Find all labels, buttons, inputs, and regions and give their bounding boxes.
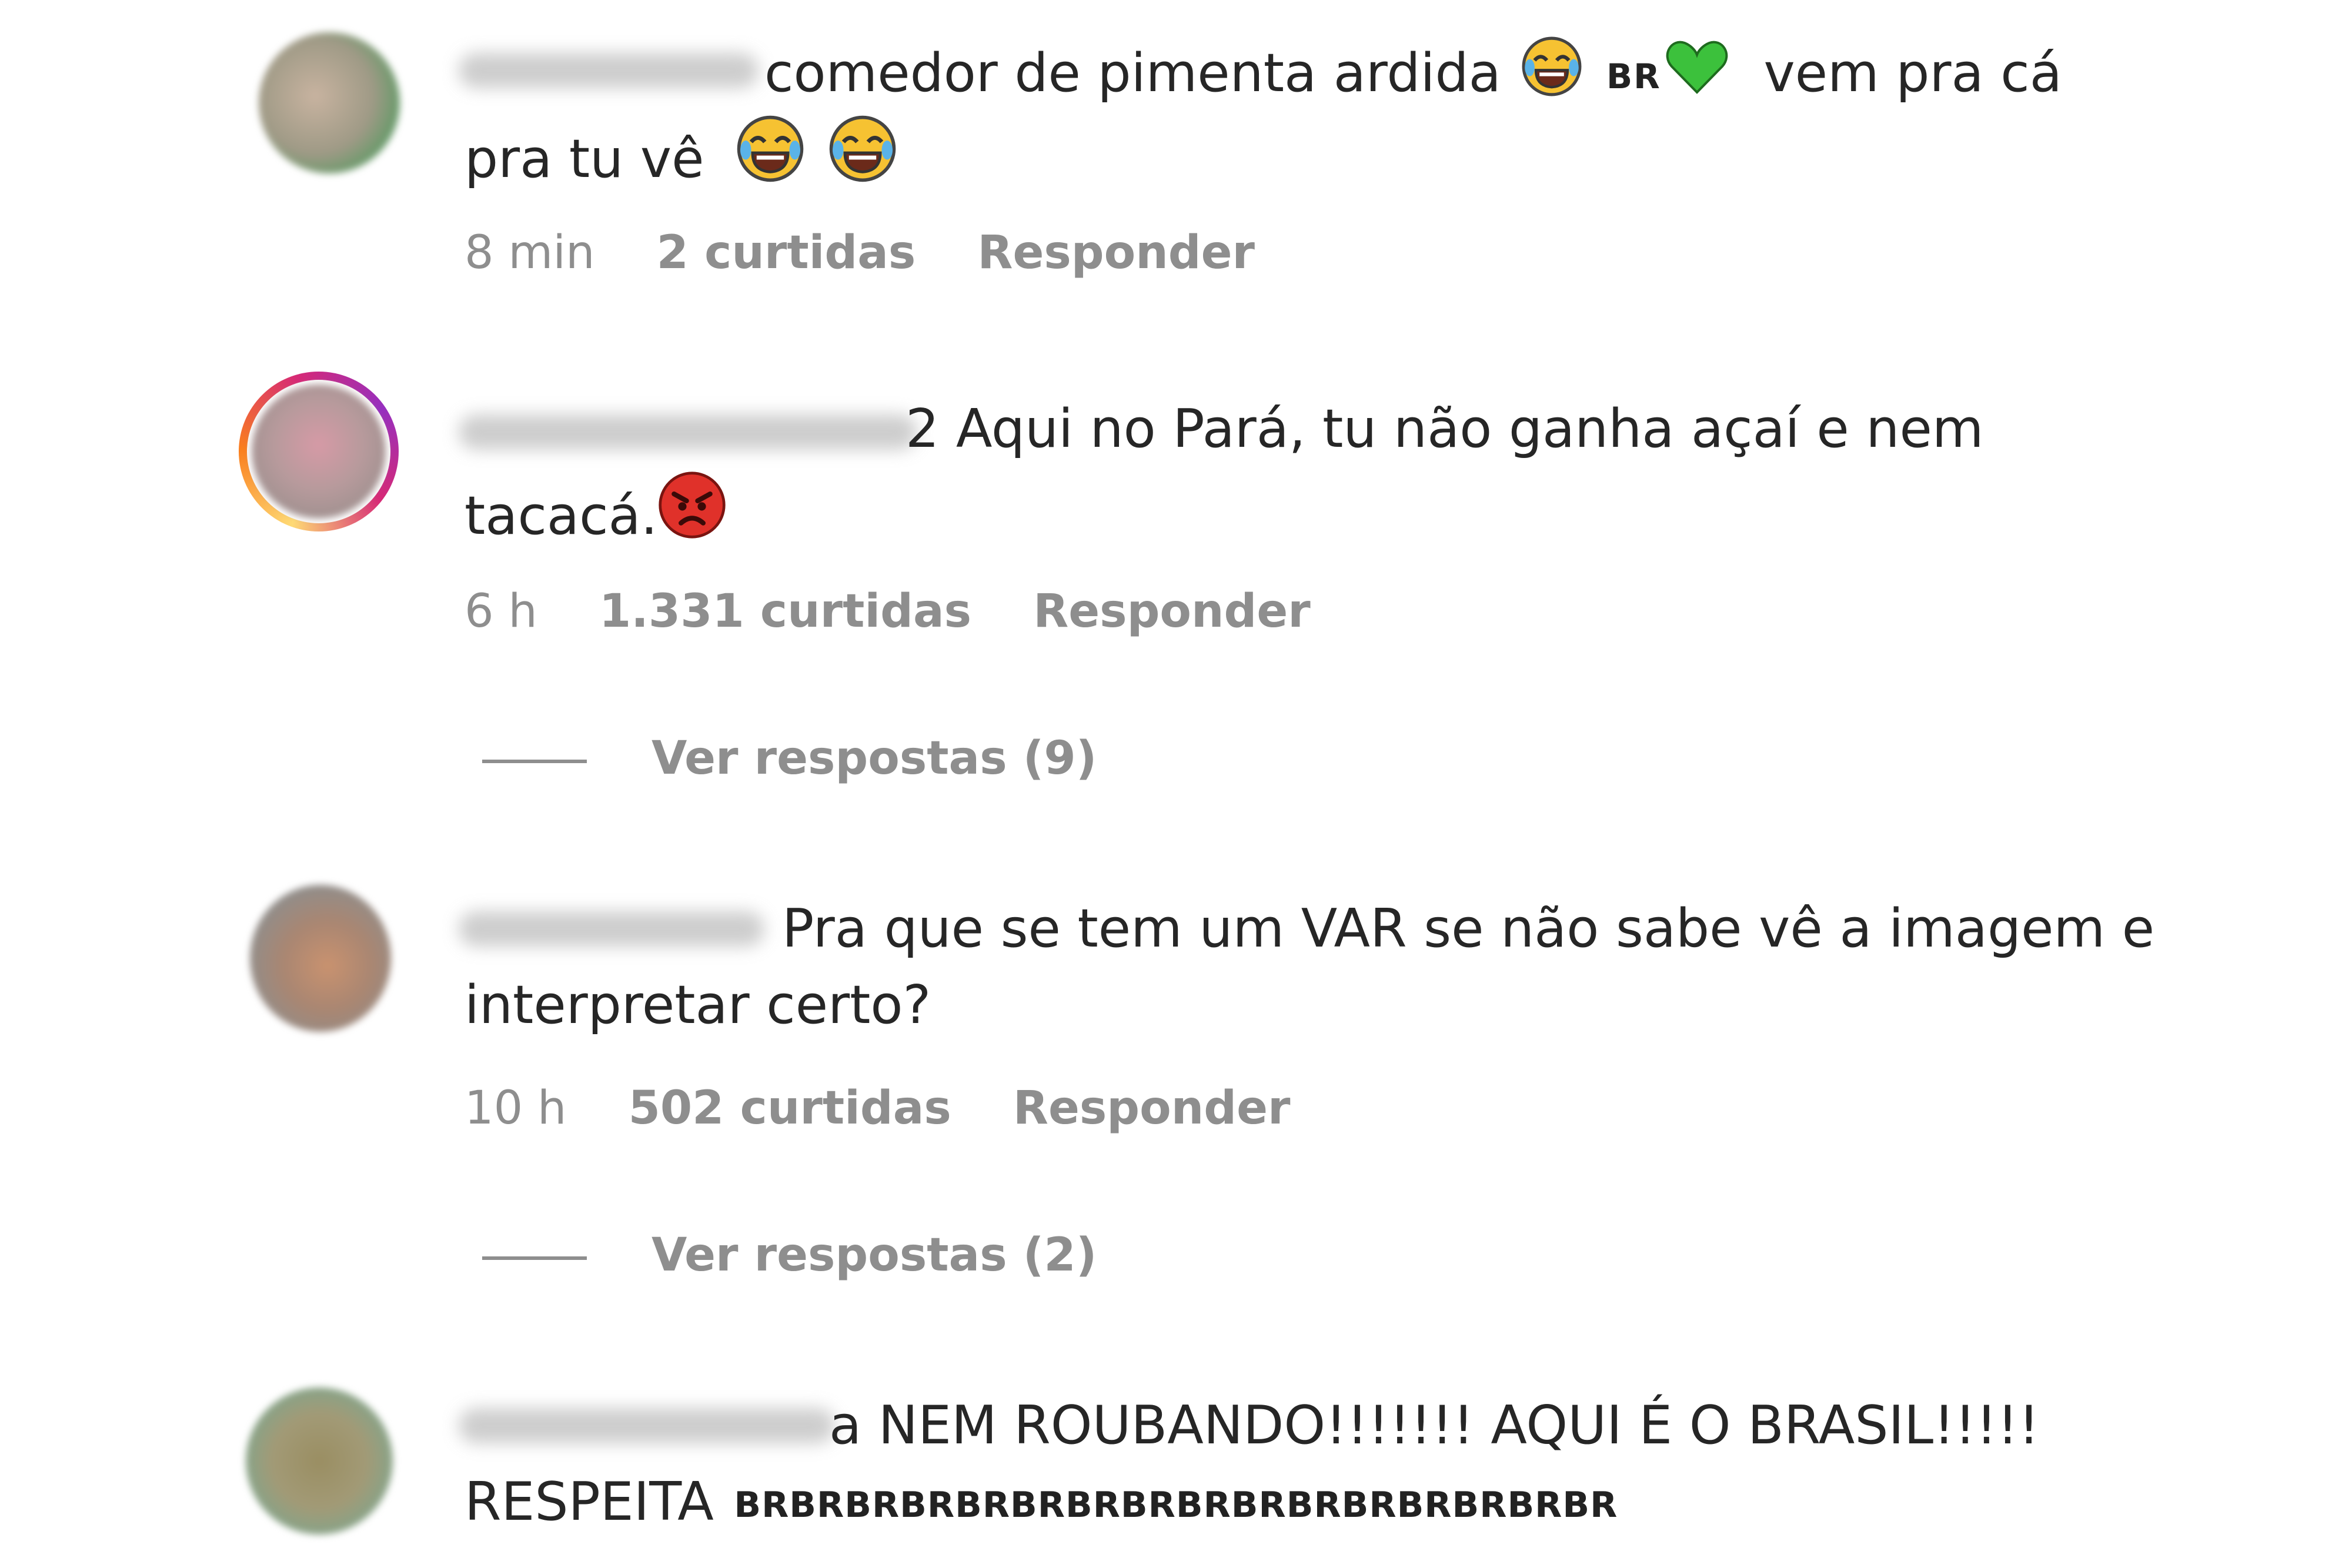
view-replies-button[interactable]: Ver respostas (2)	[482, 1229, 1097, 1282]
username-blurred[interactable]	[459, 414, 917, 450]
reply-button[interactable]: Responder	[1033, 585, 1311, 638]
view-replies-label[interactable]: Ver respostas (2)	[652, 1229, 1097, 1282]
avatar-story-ring[interactable]	[239, 372, 399, 531]
comment-meta: 8 min 2 curtidas Responder	[465, 226, 1301, 279]
comment-time: 10 h	[465, 1082, 567, 1135]
comment-text-part1: comedor de pimenta ardida	[764, 42, 1501, 104]
comment-text-part1: 2 Aqui no Pará, tu não ganha açaí e nem	[906, 398, 1984, 460]
replies-divider	[482, 1256, 587, 1260]
avatar	[252, 385, 386, 519]
comment-likes[interactable]: 2 curtidas	[657, 226, 916, 279]
tears-of-joy-icon	[736, 115, 804, 203]
comment-text: Pra que se tem um VAR se não sabe vê a i…	[782, 891, 2311, 967]
comment-meta: 6 h 1.331 curtidas Responder	[465, 585, 1357, 638]
comment-text: a NEM ROUBANDO!!!!!!! AQUI É O BRASIL!!!…	[829, 1388, 2299, 1464]
comment-text-line2: pra tu vê	[465, 115, 2170, 203]
comment-text-line2-label: interpretar certo?	[465, 974, 931, 1036]
comment-text: comedor de pimenta ardida BR vem pra cá	[764, 35, 2176, 118]
comment-text-line2-label: pra tu vê	[465, 128, 704, 190]
comment-list: comedor de pimenta ardida BR vem pra cá …	[0, 0, 2352, 1568]
reply-button[interactable]: Responder	[977, 226, 1255, 279]
comment-time: 6 h	[465, 585, 537, 638]
flag-br: BR	[1606, 56, 1661, 97]
avatar[interactable]	[246, 1388, 393, 1534]
avatar[interactable]	[250, 885, 391, 1032]
view-replies-button[interactable]: Ver respostas (9)	[482, 732, 1097, 785]
comment-text-part1: Pra que se tem um VAR se não sabe vê a i…	[782, 898, 2155, 959]
comment-text-line2: interpretar certo?	[465, 967, 2170, 1044]
username-blurred[interactable]	[459, 53, 759, 88]
comment-text-line2-label: RESPEITA	[465, 1471, 714, 1533]
username-blurred[interactable]	[459, 911, 764, 947]
comment-text-part1: a NEM ROUBANDO!!!!!!! AQUI É O BRASIL!!!…	[829, 1395, 2040, 1456]
angry-face-icon	[657, 470, 727, 560]
comment-text: 2 Aqui no Pará, tu não ganha açaí e nem	[906, 391, 2258, 467]
comment-likes[interactable]: 1.331 curtidas	[599, 585, 971, 638]
comment-text-part2: vem pra cá	[1763, 42, 2062, 104]
reply-button[interactable]: Responder	[1013, 1082, 1291, 1135]
replies-divider	[482, 759, 587, 763]
comment-meta: 10 h 502 curtidas Responder	[465, 1082, 1336, 1135]
comment-likes[interactable]: 502 curtidas	[629, 1082, 951, 1135]
green-heart-icon	[1665, 38, 1729, 118]
comment-time: 8 min	[465, 226, 595, 279]
comment-text-line2: tacacá.	[465, 470, 2170, 560]
flag-br-sequence: BRBRBRBRBRBRBRBRBRBRBRBRBRBRBRBR	[734, 1485, 1618, 1526]
comment-text-line2: RESPEITA BRBRBRBRBRBRBRBRBRBRBRBRBRBRBRB…	[465, 1464, 2170, 1543]
username-blurred[interactable]	[459, 1408, 835, 1443]
comment-text-line2-label: tacacá.	[465, 485, 658, 547]
view-replies-label[interactable]: Ver respostas (9)	[652, 732, 1097, 785]
tears-of-joy-icon	[828, 115, 897, 203]
avatar[interactable]	[259, 32, 400, 173]
tears-of-joy-icon	[1521, 36, 1582, 118]
